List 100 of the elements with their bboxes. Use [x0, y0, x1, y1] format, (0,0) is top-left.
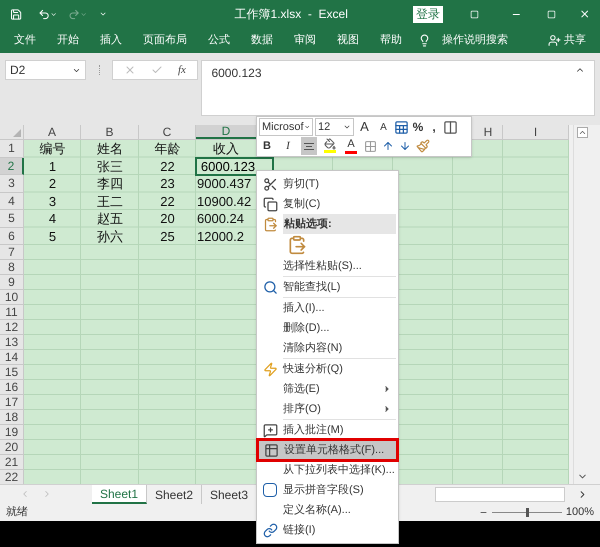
- row-header[interactable]: 17: [0, 395, 24, 410]
- menu-item[interactable]: 快速分析(Q): [257, 359, 398, 379]
- table-cell[interactable]: 10900.42: [196, 192, 256, 210]
- table-cell[interactable]: 收入: [196, 140, 256, 158]
- share-button[interactable]: 共享: [564, 32, 586, 49]
- menu-item[interactable]: 插入(I)...: [257, 298, 398, 318]
- row-header[interactable]: 11: [0, 305, 24, 320]
- table-cell[interactable]: 12000.2: [196, 228, 256, 245]
- table-cell[interactable]: 3: [24, 192, 81, 210]
- sign-in-button[interactable]: 登录: [412, 6, 444, 22]
- table-cell[interactable]: 23: [139, 175, 196, 192]
- row-header[interactable]: 15: [0, 365, 24, 380]
- ribbon-tab[interactable]: 插入: [100, 32, 122, 49]
- format-button[interactable]: ,: [427, 118, 441, 136]
- shrink-font-button[interactable]: A: [375, 118, 392, 136]
- zoom-level[interactable]: 100%: [566, 504, 594, 521]
- menu-item[interactable]: 从下拉列表中选择(K)...: [257, 460, 398, 480]
- horizontal-scrollbar[interactable]: [435, 487, 565, 502]
- table-cell[interactable]: 25: [139, 228, 196, 245]
- row-header[interactable]: 6: [0, 228, 24, 245]
- format-painter-icon[interactable]: [416, 139, 430, 153]
- row-header[interactable]: 21: [0, 455, 24, 470]
- menu-item[interactable]: 设置单元格格式(F)...: [258, 440, 397, 460]
- row-header[interactable]: 5: [0, 210, 24, 228]
- center-align-icon[interactable]: [301, 137, 317, 155]
- row-header[interactable]: 22: [0, 470, 24, 484]
- row-header[interactable]: 12: [0, 320, 24, 335]
- menu-item[interactable]: 插入批注(M): [257, 420, 398, 440]
- ribbon-tab[interactable]: 文件: [14, 32, 36, 49]
- row-header[interactable]: 20: [0, 440, 24, 455]
- caret-icon[interactable]: [343, 123, 351, 131]
- menu-item[interactable]: 删除(D)...: [257, 318, 398, 338]
- row-header[interactable]: 9: [0, 275, 24, 290]
- fill-color-icon[interactable]: [322, 138, 338, 154]
- row-header[interactable]: 8: [0, 260, 24, 275]
- paste-icon[interactable]: [287, 235, 307, 255]
- table-cell[interactable]: 1: [24, 158, 81, 175]
- save-icon[interactable]: [10, 6, 22, 22]
- row-header[interactable]: 3: [0, 175, 24, 192]
- menu-item[interactable]: 复制(C): [257, 194, 398, 214]
- table-cell[interactable]: 6000.123: [196, 158, 256, 175]
- table-cell[interactable]: 2: [24, 175, 81, 192]
- table-cell[interactable]: 王二: [81, 192, 139, 210]
- row-header[interactable]: 13: [0, 335, 24, 350]
- table-cell[interactable]: 6000.24: [196, 210, 256, 228]
- row-header[interactable]: 16: [0, 380, 24, 395]
- zoom-slider-thumb[interactable]: [526, 508, 529, 517]
- column-header[interactable]: A: [24, 125, 80, 139]
- column-header[interactable]: C: [139, 125, 195, 139]
- formula-input[interactable]: 6000.123: [201, 60, 595, 116]
- table-cell[interactable]: 5: [24, 228, 81, 245]
- row-header[interactable]: 19: [0, 425, 24, 440]
- menu-item[interactable]: 选择性粘贴(S)...: [257, 256, 398, 276]
- maximize-icon[interactable]: [546, 8, 556, 20]
- borders-icon[interactable]: [364, 140, 377, 152]
- italic-button[interactable]: I: [280, 137, 296, 155]
- bold-button[interactable]: B: [259, 137, 275, 155]
- row-header[interactable]: 14: [0, 350, 24, 365]
- ribbon-tab[interactable]: 页面布局: [143, 32, 187, 49]
- table-cell[interactable]: 22: [139, 192, 196, 210]
- sheet-tab[interactable]: Sheet1: [92, 485, 147, 504]
- column-header[interactable]: H: [474, 125, 502, 139]
- font-field[interactable]: Microsof: [259, 118, 313, 136]
- row-header[interactable]: 2: [0, 158, 24, 175]
- menu-item[interactable]: 剪切(T): [257, 174, 398, 194]
- menu-item[interactable]: 排序(O): [257, 399, 398, 419]
- font-color-button[interactable]: A: [343, 138, 359, 154]
- ribbon-tab[interactable]: 公式: [208, 32, 230, 49]
- font-size-field[interactable]: 12: [315, 118, 354, 136]
- column-header[interactable]: D: [196, 125, 256, 139]
- ribbon-tab[interactable]: 审阅: [294, 32, 316, 49]
- menu-item[interactable]: 智能查找(L): [257, 277, 398, 297]
- name-box[interactable]: D2: [5, 60, 86, 80]
- caret-icon[interactable]: [304, 123, 310, 131]
- table-cell[interactable]: 编号: [24, 140, 81, 158]
- table-cell[interactable]: 张三: [81, 158, 139, 175]
- row-header[interactable]: 1: [0, 140, 24, 158]
- format-button[interactable]: %: [411, 118, 425, 136]
- ribbon-tab[interactable]: 视图: [337, 32, 359, 49]
- column-header[interactable]: B: [81, 125, 138, 139]
- table-cell[interactable]: 4: [24, 210, 81, 228]
- row-header[interactable]: 10: [0, 290, 24, 305]
- column-header[interactable]: I: [503, 125, 568, 139]
- row-header[interactable]: 4: [0, 192, 24, 210]
- table-cell[interactable]: 孙六: [81, 228, 139, 245]
- table-cell[interactable]: 姓名: [81, 140, 139, 158]
- table-cell[interactable]: 20: [139, 210, 196, 228]
- tell-me-search[interactable]: 操作说明搜索: [442, 32, 508, 49]
- table-cell[interactable]: 22: [139, 158, 196, 175]
- ribbon-tab[interactable]: 开始: [57, 32, 79, 49]
- menu-item[interactable]: 筛选(E): [257, 379, 398, 399]
- scroll-up-icon[interactable]: [577, 127, 588, 138]
- table-cell[interactable]: 赵五: [81, 210, 139, 228]
- table-cell[interactable]: 9000.437: [196, 175, 256, 192]
- table-cell[interactable]: 年龄: [139, 140, 196, 158]
- row-header[interactable]: 18: [0, 410, 24, 425]
- menu-item[interactable]: 显示拼音字段(S): [257, 480, 398, 500]
- ribbon-tab[interactable]: 帮助: [380, 32, 402, 49]
- menu-item[interactable]: 清除内容(N): [257, 338, 398, 358]
- menu-item[interactable]: 链接(I): [257, 520, 398, 540]
